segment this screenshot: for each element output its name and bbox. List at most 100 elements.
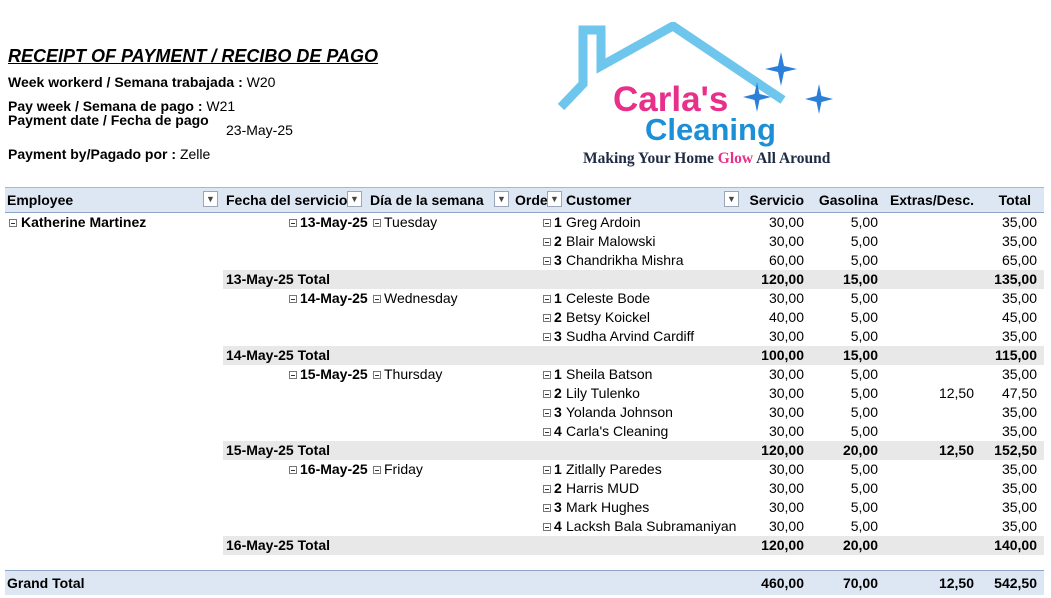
order-number: 3 [554,499,562,515]
gasolina-value: 5,00 [850,518,878,534]
fecha-sort-button[interactable]: ▼ [347,191,362,207]
collapse-weekday-toggle[interactable] [373,466,381,474]
collapse-weekday-toggle[interactable] [373,371,381,379]
grand-total-extras: 12,50 [938,575,974,591]
payment-date-label: Payment date / Fecha de pago [8,112,209,128]
collapse-order-toggle[interactable] [543,371,551,379]
order-number: 3 [554,328,562,344]
servicio-value: 30,00 [768,518,804,534]
gasolina-value: 5,00 [850,214,878,230]
collapse-weekday-toggle[interactable] [373,219,381,227]
weekday: Thursday [384,366,443,382]
total-value: 35,00 [1001,233,1037,249]
servicio-value: 30,00 [768,214,804,230]
collapse-order-toggle[interactable] [543,295,551,303]
total-value: 35,00 [1001,461,1037,477]
subtotal-gasolina: 15,00 [842,271,878,287]
servicio-value: 30,00 [768,499,804,515]
table-row: 2 Lily Tulenko 30,00 5,00 12,50 47,50 [5,384,1044,403]
service-date: 15-May-25 [300,366,368,382]
payment-by-label: Payment by/Pagado por : [8,146,177,162]
total-value: 35,00 [1001,423,1037,439]
customer-name: Betsy Koickel [566,309,651,325]
total-value: 47,50 [1001,385,1037,401]
header-customer: Customer [566,192,632,208]
gasolina-value: 5,00 [850,328,878,344]
gasolina-value: 5,00 [850,461,878,477]
collapse-date-toggle[interactable] [289,219,297,227]
collapse-date-toggle[interactable] [289,295,297,303]
dia-filter-button[interactable]: ▼ [494,191,509,207]
collapse-order-toggle[interactable] [543,257,551,265]
collapse-order-toggle[interactable] [543,238,551,246]
subtotal-background [223,441,1044,460]
collapse-order-toggle[interactable] [543,485,551,493]
total-value: 35,00 [1001,480,1037,496]
subtotal-background [223,346,1044,365]
total-value: 35,00 [1001,366,1037,382]
collapse-order-toggle[interactable] [543,409,551,417]
collapse-order-toggle[interactable] [543,523,551,531]
collapse-order-toggle[interactable] [543,428,551,436]
collapse-order-toggle[interactable] [543,219,551,227]
table-row: 14-May-25 Wednesday 1 Celeste Bode 30,00 5,00… [5,289,1044,308]
header-total: Total [998,192,1031,208]
table-row: 2 Blair Malowski 30,00 5,00 35,00 [5,232,1044,251]
total-value: 35,00 [1001,499,1037,515]
pivot-header: Employee ▼ Fecha del servicio ▼ Día de l… [5,187,1044,213]
header-dia: Día de la semana [370,192,484,208]
gasolina-value: 5,00 [850,290,878,306]
table-row: 2 Harris MUD 30,00 5,00 35,00 [5,479,1044,498]
collapse-order-toggle[interactable] [543,504,551,512]
collapse-order-toggle[interactable] [543,314,551,322]
customer-name: Celeste Bode [566,290,651,306]
grand-total-gasolina: 70,00 [842,575,878,591]
employee-name: Katherine Martinez [21,214,147,230]
subtotal-background [223,270,1044,289]
customer-name: Chandrikha Mishra [566,252,684,268]
table-row: 3 Yolanda Johnson 30,00 5,00 35,00 [5,403,1044,422]
collapse-weekday-toggle[interactable] [373,295,381,303]
employee-filter-button[interactable]: ▼ [203,191,218,207]
weekday: Tuesday [384,214,438,230]
servicio-value: 30,00 [768,366,804,382]
collapse-employee-toggle[interactable] [9,219,17,227]
collapse-date-toggle[interactable] [289,371,297,379]
grand-total-row: Grand Total 460,00 70,00 12,50 542,50 [5,570,1044,595]
grand-total-servicio: 460,00 [761,575,804,591]
header-gasolina: Gasolina [818,192,878,208]
subtotal-row: 16-May-25 Total 120,00 20,00 140,00 [5,536,1044,555]
servicio-value: 30,00 [768,233,804,249]
customer-name: Harris MUD [566,480,640,496]
table-row: 16-May-25 Friday 1 Zitlally Paredes 30,00 5,0… [5,460,1044,479]
customer-name: Carla's Cleaning [566,423,669,439]
weekday: Friday [384,461,423,477]
gasolina-value: 5,00 [850,499,878,515]
week-worked-label: Week workerd / Semana trabajada : [8,74,243,90]
order-number: 2 [554,309,562,325]
total-value: 65,00 [1001,252,1037,268]
customer-filter-button[interactable]: ▼ [724,191,739,207]
tagline-glow: Glow [717,150,754,167]
total-value: 45,00 [1001,309,1037,325]
gasolina-value: 5,00 [850,404,878,420]
logo-tagline: Making Your Home Glow All Around [583,150,830,168]
logo-name-line2: Cleaning [645,112,776,147]
subtotal-row: 13-May-25 Total 120,00 15,00 135,00 [5,270,1044,289]
collapse-order-toggle[interactable] [543,390,551,398]
table-row: 4 Carla's Cleaning 30,00 5,00 35,00 [5,422,1044,441]
header-order: Orde [515,192,548,208]
order-filter-button[interactable]: ▼ [547,191,562,207]
collapse-order-toggle[interactable] [543,333,551,341]
weekday: Wednesday [384,290,458,306]
servicio-value: 60,00 [768,252,804,268]
order-number: 4 [554,423,562,439]
collapse-order-toggle[interactable] [543,466,551,474]
customer-name: Lacksh Bala Subramaniyan [566,518,737,534]
header-extras: Extras/Desc. [889,192,974,208]
total-value: 35,00 [1001,214,1037,230]
servicio-value: 30,00 [768,385,804,401]
subtotal-label: 14-May-25 Total [226,347,330,363]
collapse-date-toggle[interactable] [289,466,297,474]
subtotal-total: 115,00 [994,347,1037,363]
